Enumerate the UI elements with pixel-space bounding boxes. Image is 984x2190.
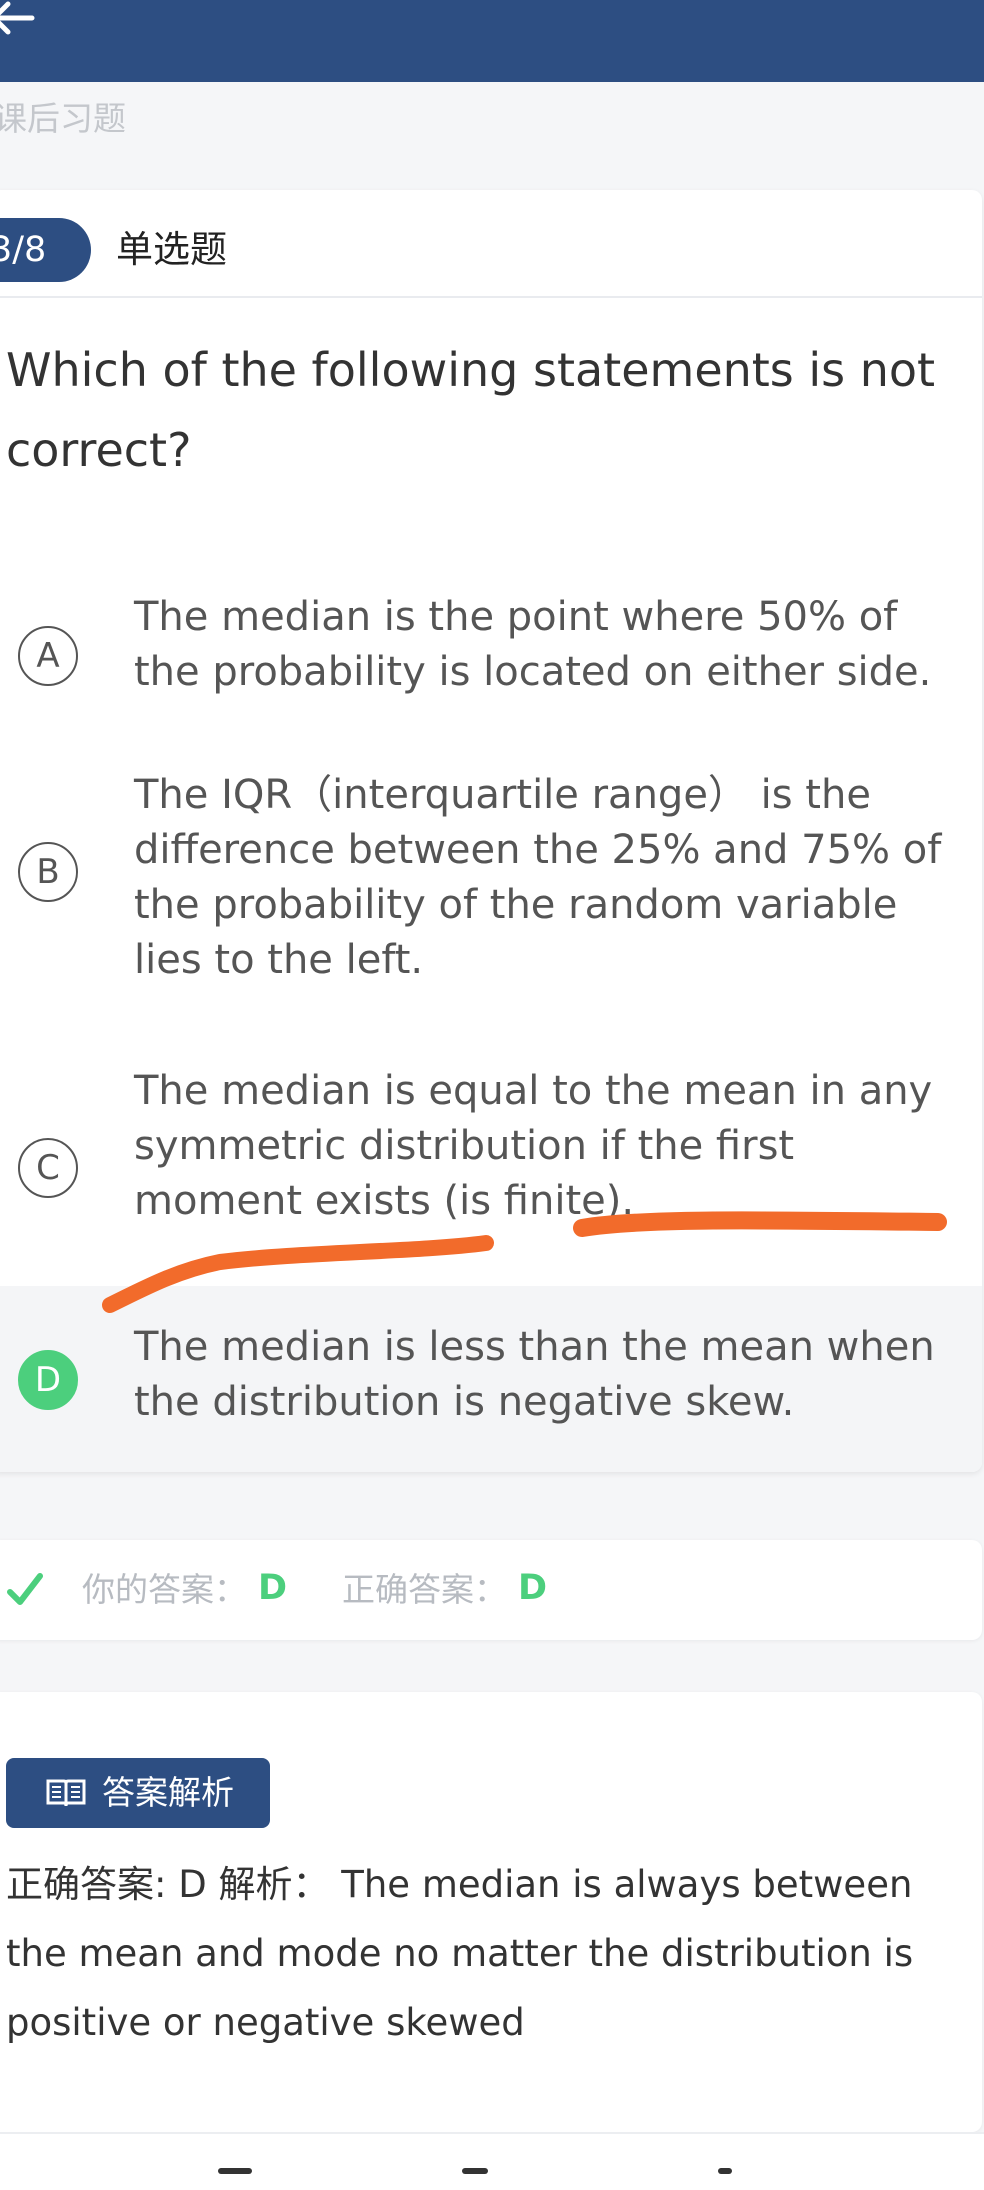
correct-answer-value: D xyxy=(518,1568,548,1608)
book-icon xyxy=(46,1779,86,1807)
option-letter: B xyxy=(18,842,78,902)
option-d[interactable]: D The median is less than the mean when … xyxy=(0,1286,982,1472)
top-app-bar xyxy=(0,0,984,82)
breadcrumb: 课后习题 xyxy=(0,99,126,138)
question-text: Which of the following statements is not… xyxy=(6,343,936,477)
option-b[interactable]: B The IQR（interquartile range） is the di… xyxy=(0,760,982,1000)
back-arrow-icon[interactable] xyxy=(0,0,42,40)
option-text: The IQR（interquartile range） is the diff… xyxy=(134,772,942,983)
bottom-nav-icon-2[interactable] xyxy=(462,2168,488,2174)
option-letter: D xyxy=(18,1350,78,1410)
check-icon xyxy=(7,1573,43,1605)
option-text: The median is less than the mean when th… xyxy=(134,1324,935,1425)
option-text: The median is the point where 50% of the… xyxy=(134,594,932,695)
option-letter: C xyxy=(18,1138,78,1198)
option-text: The median is equal to the mean in any s… xyxy=(134,1068,933,1224)
question-card: 3/8 单选题 Which of the following statement… xyxy=(0,190,982,1472)
explanation-card: 答案解析 正确答案: D 解析： The median is always be… xyxy=(0,1692,982,2132)
your-answer-label: 你的答案： xyxy=(82,1570,247,1609)
your-answer-value: D xyxy=(258,1568,288,1608)
explanation-text: 正确答案: D 解析： The median is always between… xyxy=(6,1863,914,2044)
option-letter: A xyxy=(18,626,78,686)
option-c[interactable]: C The median is equal to the mean in any… xyxy=(0,1060,982,1280)
explanation-badge: 答案解析 xyxy=(6,1758,270,1828)
option-a[interactable]: A The median is the point where 50% of t… xyxy=(0,580,982,750)
question-header: 3/8 单选题 xyxy=(0,190,982,298)
bottom-toolbar xyxy=(0,2132,984,2190)
question-progress: 3/8 xyxy=(0,218,91,282)
bottom-nav-icon-3[interactable] xyxy=(718,2168,732,2174)
correct-answer-label: 正确答案： xyxy=(342,1570,507,1609)
question-type: 单选题 xyxy=(116,228,227,271)
explanation-badge-label: 答案解析 xyxy=(102,1773,234,1812)
bottom-nav-icon-1[interactable] xyxy=(218,2168,252,2174)
answer-summary-card: 你的答案： D 正确答案： D xyxy=(0,1540,982,1640)
